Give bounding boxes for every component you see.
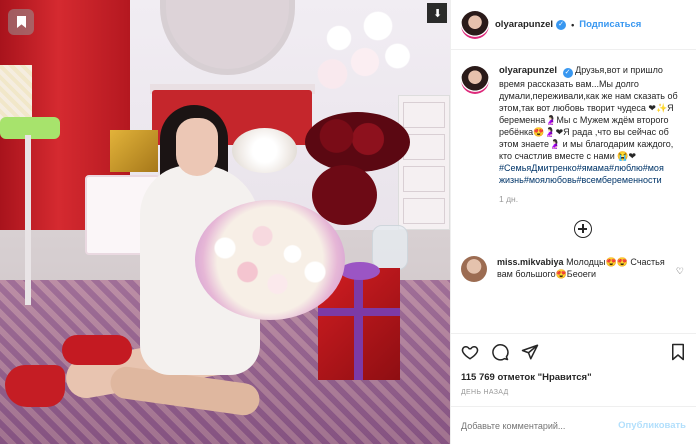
comment-icon[interactable] (491, 343, 509, 364)
comment-username[interactable]: miss.mikvabiya (497, 257, 564, 267)
download-button[interactable]: ⬇ (427, 3, 447, 23)
caption-username[interactable]: olyarapunzel (499, 65, 557, 76)
comments-area: olyarapunzel ✓ Друзья,вот и пришло время… (451, 50, 696, 333)
photo-gold-gift (110, 130, 158, 172)
comment-text-block: miss.mikvabiya Молодцы😍😍 Счастья вам бол… (497, 256, 677, 282)
commenter-avatar[interactable] (461, 256, 487, 282)
photo-dresser (398, 95, 450, 230)
header-username[interactable]: olyarapunzel (495, 19, 553, 30)
caption-text: Друзья,вот и пришло время рассказать вам… (499, 65, 678, 161)
caption-hashtags[interactable]: #СемьяДмитренко#ямама#люблю#моя жизнь#мо… (499, 163, 664, 185)
photo-bouquet (195, 200, 345, 320)
photo-white-roses (232, 128, 297, 173)
load-more-comments-icon[interactable] (574, 220, 592, 238)
post-actions: 115 769 отметок "Нравится" ДЕНЬ НАЗАД (451, 333, 696, 396)
follow-button[interactable]: Подписаться (579, 19, 641, 30)
caption-text-block: olyarapunzel ✓ Друзья,вот и пришло время… (499, 64, 686, 186)
likes-count[interactable]: 115 769 отметок "Нравится" (461, 372, 686, 383)
photo-slipper (62, 335, 132, 365)
post-date: ДЕНЬ НАЗАД (461, 389, 509, 396)
action-icons (461, 342, 686, 364)
comment: miss.mikvabiya Молодцы😍😍 Счастья вам бол… (461, 256, 686, 282)
share-icon[interactable] (521, 343, 539, 364)
photo-red-roses (305, 112, 410, 172)
photo-gift-bow (340, 262, 380, 280)
comment-like-icon[interactable]: ♡ (676, 266, 684, 277)
heart-icon[interactable] (461, 343, 479, 364)
verified-badge-icon: ✓ (562, 68, 573, 78)
post-photo[interactable]: ⬇ (0, 0, 450, 444)
photo-slipper (5, 365, 65, 407)
avatar[interactable] (461, 10, 489, 39)
comment-input[interactable] (461, 420, 619, 431)
photo-woman-face (176, 118, 218, 176)
caption-time: 1 дн. (499, 194, 519, 204)
publish-button[interactable]: Опубликовать (618, 420, 686, 431)
instagram-post: ⬇ olyarapunzel ✓ • Подписаться olyarapun… (0, 0, 696, 444)
verified-badge-icon: ✓ (556, 19, 567, 30)
bookmark-icon[interactable] (670, 343, 686, 364)
avatar[interactable] (461, 66, 489, 94)
separator-dot: • (571, 19, 575, 30)
caption: olyarapunzel ✓ Друзья,вот и пришло время… (461, 64, 686, 186)
bookmark-icon (17, 16, 26, 28)
save-image-button[interactable] (8, 9, 34, 35)
post-sidebar: olyarapunzel ✓ • Подписаться olyarapunze… (450, 0, 696, 444)
download-arrow-icon: ⬇ (433, 8, 443, 20)
add-comment-bar: Опубликовать (451, 406, 696, 444)
photo-vase (372, 225, 408, 270)
post-header: olyarapunzel ✓ • Подписаться (451, 0, 696, 50)
photo-high-chair (0, 65, 80, 305)
